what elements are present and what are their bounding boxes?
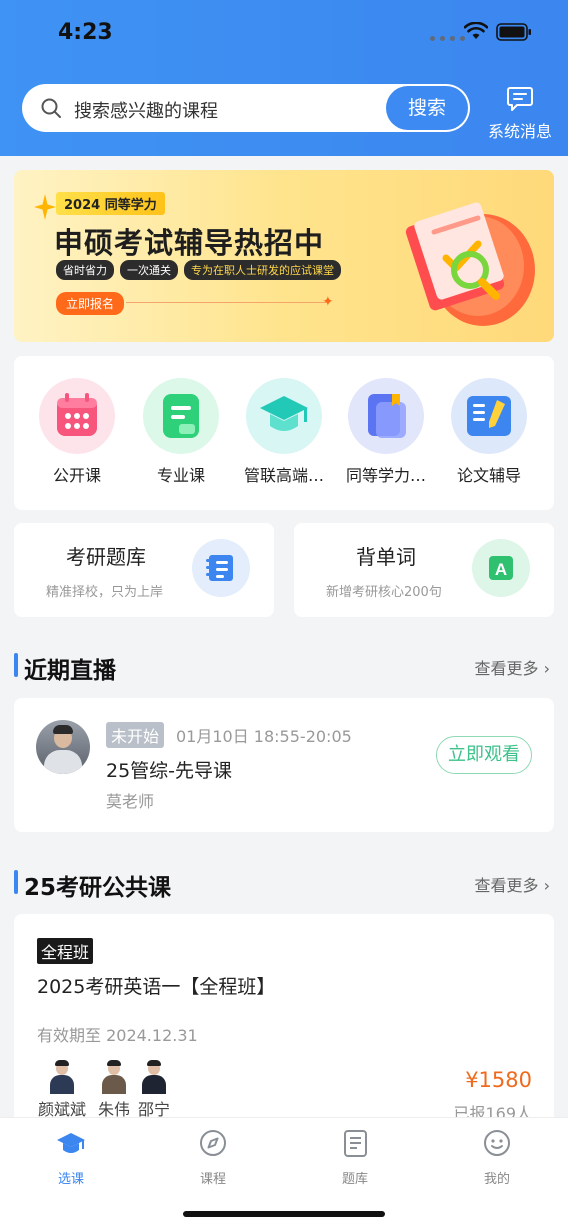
system-messages-label: 系统消息 [487,122,552,141]
live-section-title: 近期直播 [24,658,116,684]
category-mba-premium[interactable]: 管联高端… [234,378,334,486]
search-button[interactable]: 搜索 [386,86,468,130]
category-label: 专业课 [156,466,205,485]
tab-label: 我的 [483,1172,510,1187]
status-time: 4:23 [58,20,113,45]
banner-pill: 一次通关 [120,260,178,280]
live-see-more-link[interactable]: 查看更多 › [474,655,550,679]
clipboard-icon [143,378,219,454]
smiley-icon [484,1130,510,1156]
watch-now-button[interactable]: 立即观看 [436,736,532,774]
tab-courses[interactable]: 课程 [173,1128,253,1187]
notebook-icon [344,1130,367,1157]
question-bank-subtitle: 精准择校，只为上岸 [46,585,164,600]
section-accent-bar [14,653,18,677]
tab-profile[interactable]: 我的 [457,1128,537,1187]
vocabulary-title: 背单词 [356,545,416,569]
vocabulary-subtitle: 新增考研核心200句 [326,585,442,600]
calendar-icon [39,378,115,454]
vocabulary-card[interactable]: 背单词 新增考研核心200句 A [294,523,554,617]
question-bank-title: 考研题库 [66,545,146,569]
star-icon: ✦ [322,294,334,310]
course-title: 2025考研英语一【全程班】 [37,976,276,998]
category-major-course[interactable]: 专业课 [131,378,231,486]
tab-select-course[interactable]: 选课 [31,1128,111,1187]
cellular-signal-icon [430,36,465,41]
teacher-avatar [36,720,90,774]
live-status-badge: 未开始 [106,722,165,748]
course-tag: 全程班 [37,938,94,964]
chevron-right-icon: › [543,876,550,895]
live-teacher: 莫老师 [106,792,155,811]
status-bar: 4:23 [0,0,568,66]
banner-signup-button[interactable]: 立即报名 [56,292,125,315]
pen-book-icon [451,378,527,454]
category-label: 管联高端… [243,466,324,485]
promo-banner[interactable]: 2024 同等学力 申硕考试辅导热招中 省时省力 一次通关 专为在职人士研发的应… [14,170,554,342]
banner-tag: 2024 同等学力 [56,192,165,215]
course-section-title: 25考研公共课 [24,875,172,901]
message-icon [507,87,533,111]
tab-question-bank[interactable]: 题库 [315,1128,395,1187]
course-price: ¥1580 [465,1068,532,1092]
system-messages-button[interactable]: 系统消息 [482,86,558,142]
banner-pill: 省时省力 [56,260,114,280]
battery-icon [496,23,531,41]
live-title: 25管综-先导课 [106,760,233,782]
live-item-card[interactable]: 未开始 01月10日 18:55-20:05 25管综-先导课 莫老师 立即观看 [14,698,554,832]
category-label: 公开课 [52,466,101,485]
question-bank-icon [192,539,250,597]
banner-divider [126,302,326,303]
tab-label: 课程 [199,1172,226,1187]
banner-pills: 省时省力 一次通关 专为在职人士研发的应试课堂 [56,260,341,280]
category-grid: 公开课 专业课 管联高端… 同等学力… 论文辅导 [14,356,554,510]
sparkle-icon [34,194,56,220]
chevron-right-icon: › [543,659,550,678]
live-datetime: 01月10日 18:55-20:05 [176,727,352,746]
letter-a-icon: A [472,539,530,597]
category-thesis-tutoring[interactable]: 论文辅导 [439,378,539,486]
course-teacher: 邵宁 [129,1060,179,1120]
see-more-label: 查看更多 [474,659,539,678]
svg-text:A: A [495,560,507,579]
course-validity: 有效期至 2024.12.31 [37,1026,198,1045]
bookmark-book-icon [348,378,424,454]
tab-label: 题库 [341,1172,368,1187]
graduation-cap-icon [57,1133,85,1153]
course-card[interactable]: 全程班 2025考研英语一【全程班】 有效期至 2024.12.31 颜斌斌 朱… [14,914,554,1129]
search-input[interactable]: 搜索感兴趣的课程 [74,97,218,123]
see-more-label: 查看更多 [474,876,539,895]
exam-book-illustration-icon [405,202,535,326]
teacher-avatar [99,1060,129,1094]
graduation-cap-icon [246,378,322,454]
app-header: 4:23 搜索感兴趣的课程 搜索 系统消息 [0,0,568,156]
teacher-avatar [139,1060,169,1094]
search-icon [41,98,61,118]
section-accent-bar [14,870,18,894]
tab-label: 选课 [57,1172,84,1187]
home-indicator[interactable] [183,1211,385,1217]
wifi-icon [464,22,488,39]
category-equivalent-degree[interactable]: 同等学力… [336,378,436,486]
course-see-more-link[interactable]: 查看更多 › [474,872,550,896]
compass-icon [200,1130,226,1156]
teacher-avatar [47,1060,77,1094]
search-bar[interactable]: 搜索感兴趣的课程 搜索 [22,84,470,132]
question-bank-card[interactable]: 考研题库 精准择校，只为上岸 [14,523,274,617]
category-label: 论文辅导 [456,466,521,485]
category-label: 同等学力… [345,466,426,485]
banner-pill: 专为在职人士研发的应试课堂 [184,260,341,280]
banner-title: 申硕考试辅导热招中 [54,226,325,260]
category-open-course[interactable]: 公开课 [27,378,127,486]
course-teacher: 颜斌斌 [37,1060,87,1120]
